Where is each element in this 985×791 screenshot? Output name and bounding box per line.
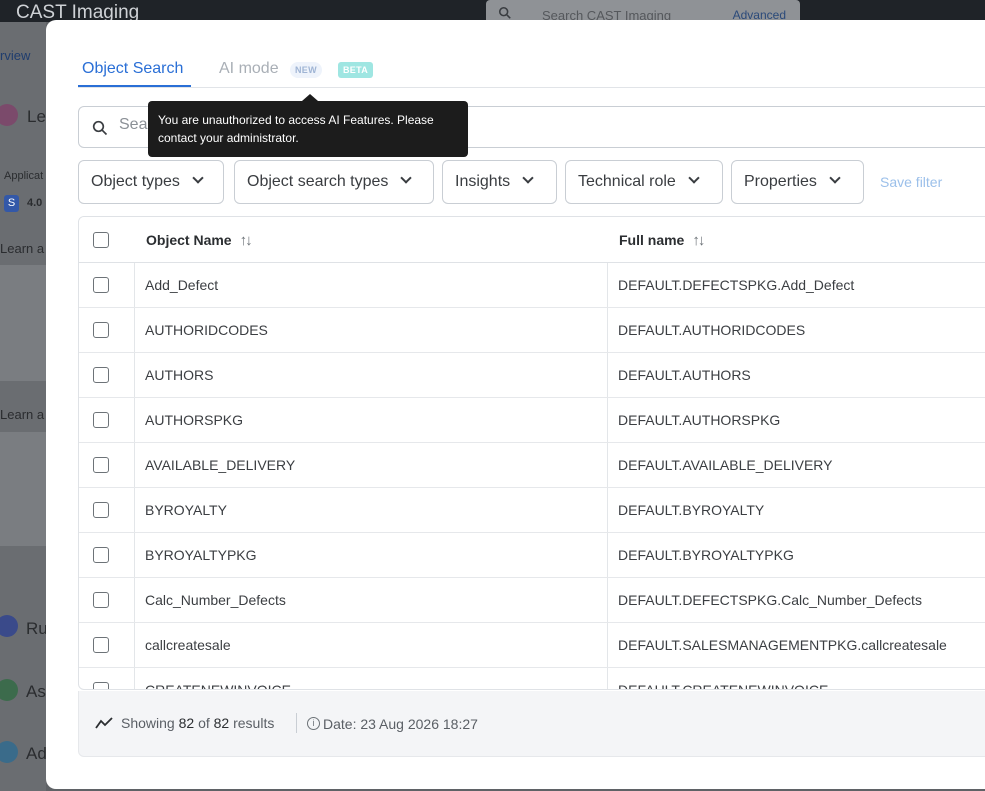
- column-header-object-name[interactable]: Object Name ↑↓: [146, 232, 253, 249]
- background-learn-text-2: Learn a: [0, 407, 45, 422]
- object-name-cell[interactable]: CREATENEWINVOICE: [145, 682, 291, 689]
- chevron-down-icon: [829, 172, 841, 184]
- results-count: Showing 82 of 82 results: [121, 715, 274, 731]
- properties-dropdown[interactable]: Properties: [731, 160, 864, 204]
- table-row[interactable]: BYROYALTYPKG DEFAULT.BYROYALTYPKG: [79, 533, 985, 578]
- background-run-label: Ru: [26, 619, 48, 638]
- tab-object-search[interactable]: Object Search: [82, 60, 183, 78]
- object-name-cell[interactable]: Add_Defect: [145, 277, 218, 293]
- table-header: Object Name ↑↓ Full name ↑↓: [79, 217, 985, 263]
- column-header-full-name[interactable]: Full name ↑↓: [619, 232, 705, 249]
- object-name-cell[interactable]: BYROYALTYPKG: [145, 547, 257, 563]
- results-footer: Showing 82 of 82 results i Date: 23 Aug …: [78, 691, 985, 757]
- table-row[interactable]: AVAILABLE_DELIVERY DEFAULT.AVAILABLE_DELI…: [79, 443, 985, 488]
- full-name-cell: DEFAULT.CREATENEWINVOICE: [618, 682, 829, 690]
- results-table: Object Name ↑↓ Full name ↑↓ Add_Defect DEFA…: [78, 216, 985, 690]
- results-date: Date: 23 Aug 2026 18:27: [323, 716, 478, 732]
- background-assess-label: As: [26, 682, 46, 701]
- object-types-dropdown[interactable]: Object types: [78, 160, 224, 204]
- ai-unauthorized-tooltip: You are unauthorized to access AI Featur…: [148, 94, 468, 157]
- properties-label: Properties: [744, 173, 817, 190]
- row-checkbox[interactable]: [93, 322, 109, 338]
- save-filter-button[interactable]: Save filter: [880, 160, 942, 204]
- select-all-checkbox[interactable]: [93, 232, 109, 248]
- background-add-label: Ad: [26, 744, 47, 763]
- insights-label: Insights: [455, 173, 511, 190]
- table-row[interactable]: AUTHORSPKG DEFAULT.AUTHORSPKG: [79, 398, 985, 443]
- row-checkbox[interactable]: [93, 592, 109, 608]
- search-icon: [92, 120, 108, 136]
- full-name-cell: DEFAULT.BYROYALTY: [618, 502, 765, 518]
- insights-dropdown[interactable]: Insights: [442, 160, 557, 204]
- sort-arrows-icon[interactable]: ↑↓: [692, 232, 705, 249]
- full-name-cell: DEFAULT.DEFECTSPKG.Add_Defect: [618, 277, 855, 293]
- full-name-cell: DEFAULT.AUTHORIDCODES: [618, 322, 806, 338]
- sort-arrows-icon[interactable]: ↑↓: [240, 232, 253, 249]
- table-row[interactable]: Calc_Number_Defects DEFAULT.DEFECTSPKG.Ca…: [79, 578, 985, 623]
- object-search-dialog: Object Search AI mode NEW BETA You are u…: [46, 20, 985, 789]
- background-heading: Le: [27, 107, 46, 126]
- full-name-cell: DEFAULT.AVAILABLE_DELIVERY: [618, 457, 833, 473]
- row-checkbox[interactable]: [93, 637, 109, 653]
- row-checkbox[interactable]: [93, 547, 109, 563]
- object-search-types-dropdown[interactable]: Object search types: [234, 160, 434, 204]
- background-application-label: Applicat: [4, 170, 44, 182]
- row-checkbox[interactable]: [93, 277, 109, 293]
- row-checkbox[interactable]: [93, 457, 109, 473]
- object-name-cell[interactable]: AUTHORS: [145, 367, 213, 383]
- table-row[interactable]: Add_Defect DEFAULT.DEFECTSPKG.Add_Defect: [79, 263, 985, 308]
- full-name-cell: DEFAULT.BYROYALTYPKG: [618, 547, 794, 563]
- chevron-down-icon: [522, 172, 534, 184]
- table-row[interactable]: AUTHORS DEFAULT.AUTHORS: [79, 353, 985, 398]
- background-overview-link: rview: [0, 48, 31, 63]
- table-row[interactable]: callcreatesale DEFAULT.SALESMANAGEMENTPKG…: [79, 623, 985, 668]
- results-label: results: [233, 715, 275, 731]
- trend-line-icon: [95, 717, 113, 729]
- table-row[interactable]: BYROYALTY DEFAULT.BYROYALTY: [79, 488, 985, 533]
- showing-label: Showing: [121, 715, 175, 731]
- object-name-cell[interactable]: BYROYALTY: [145, 502, 227, 518]
- total-count: 82: [213, 715, 230, 731]
- chevron-down-icon: [688, 172, 700, 184]
- row-checkbox[interactable]: [93, 367, 109, 383]
- object-name-cell[interactable]: AUTHORSPKG: [145, 412, 243, 428]
- row-checkbox[interactable]: [93, 682, 109, 689]
- background-learn-text-1: Learn a: [0, 241, 45, 256]
- column-header-label: Object Name: [146, 232, 232, 248]
- object-name-cell[interactable]: callcreatesale: [145, 637, 231, 653]
- full-name-cell: DEFAULT.AUTHORSPKG: [618, 412, 781, 428]
- full-name-cell: DEFAULT.DEFECTSPKG.Calc_Number_Defects: [618, 592, 922, 608]
- row-checkbox[interactable]: [93, 502, 109, 518]
- info-icon: i: [307, 717, 320, 730]
- object-name-cell[interactable]: AVAILABLE_DELIVERY: [145, 457, 295, 473]
- footer-divider: [296, 713, 297, 733]
- background-top-bar: CAST Imaging Search CAST Imaging Advance…: [0, 0, 985, 26]
- background-version: 4.0: [27, 197, 43, 209]
- full-name-cell: DEFAULT.SALESMANAGEMENTPKG.callcreatesal…: [618, 637, 947, 653]
- search-mode-tabs: Object Search AI mode NEW BETA: [78, 56, 985, 88]
- technical-role-dropdown[interactable]: Technical role: [565, 160, 723, 204]
- full-name-cell: DEFAULT.AUTHORS: [618, 367, 751, 383]
- background-card-2: [0, 432, 46, 546]
- object-types-label: Object types: [91, 173, 180, 190]
- object-name-cell[interactable]: AUTHORIDCODES: [145, 322, 268, 338]
- table-row[interactable]: CREATENEWINVOICE DEFAULT.CREATENEWINVOICE: [79, 668, 985, 690]
- chevron-down-icon: [400, 172, 413, 184]
- object-name-cell[interactable]: Calc_Number_Defects: [145, 592, 286, 608]
- search-icon: [498, 6, 511, 19]
- row-checkbox[interactable]: [93, 412, 109, 428]
- new-badge: NEW: [290, 62, 322, 78]
- technical-role-label: Technical role: [578, 173, 676, 190]
- object-search-types-label: Object search types: [247, 173, 389, 190]
- table-row[interactable]: AUTHORIDCODES DEFAULT.AUTHORIDCODES: [79, 308, 985, 353]
- tab-ai-mode[interactable]: AI mode: [219, 60, 279, 78]
- background-app-icon: S: [4, 195, 19, 212]
- background-card-1: [0, 265, 46, 381]
- chevron-down-icon: [192, 172, 204, 184]
- shown-count: 82: [178, 715, 195, 731]
- beta-badge: BETA: [338, 62, 374, 78]
- column-header-label: Full name: [619, 232, 685, 248]
- of-label: of: [198, 715, 210, 731]
- active-tab-indicator: [78, 85, 191, 87]
